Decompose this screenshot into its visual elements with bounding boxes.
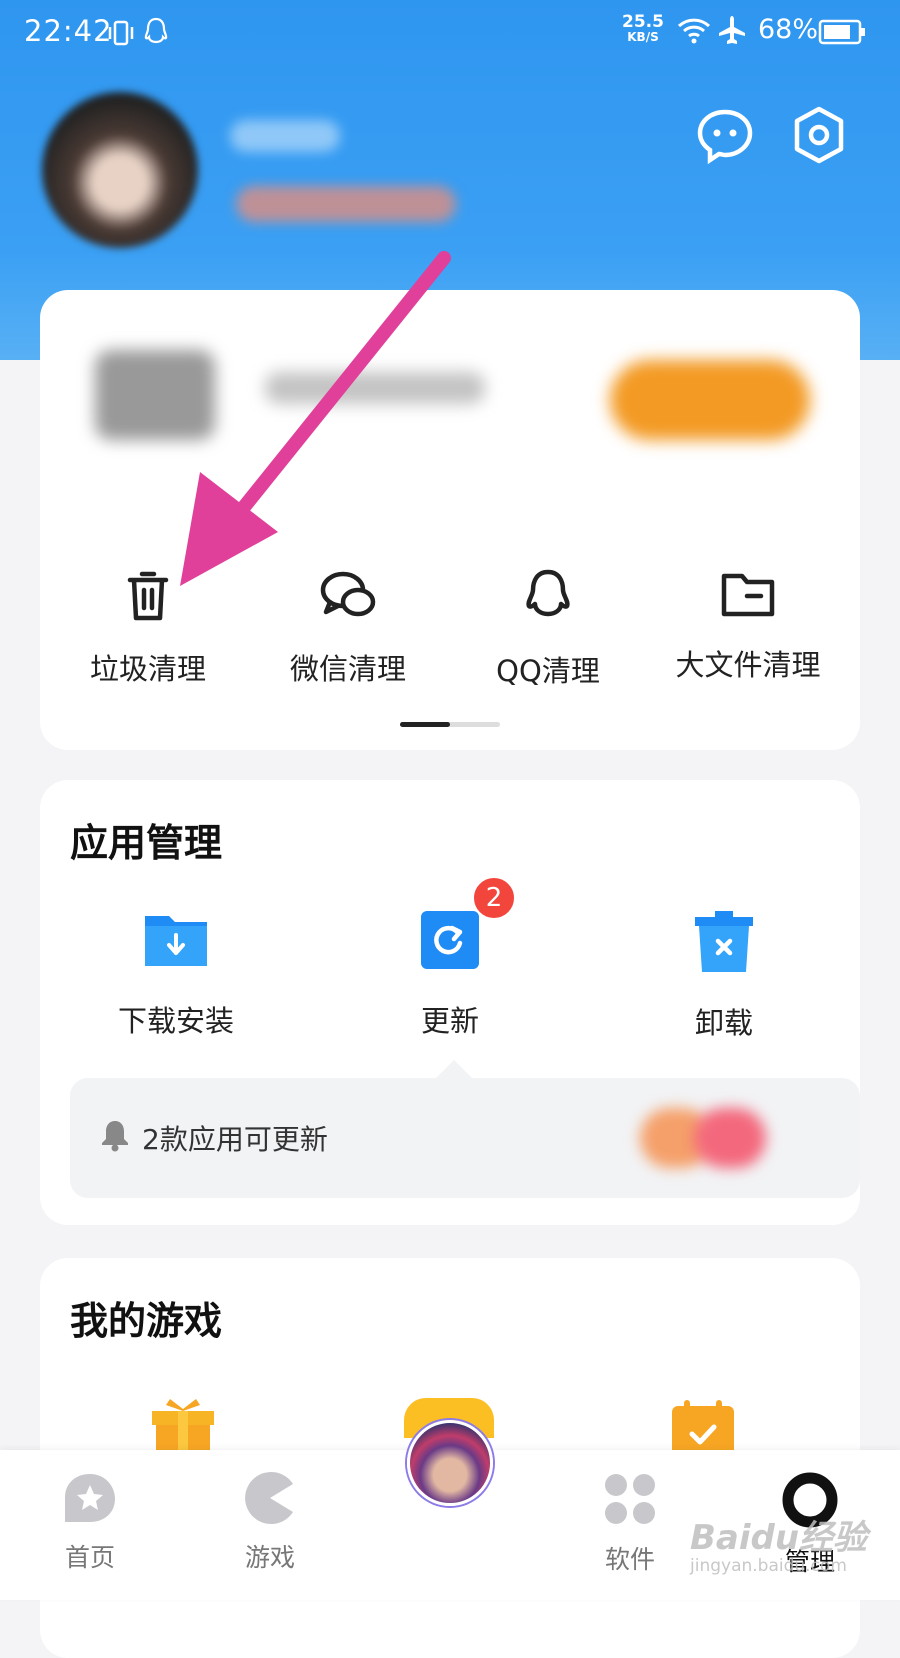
tool-label: 大文件清理: [675, 648, 821, 682]
status-bar: 22:42 25.5 KB/S 68%: [0, 0, 900, 66]
download-folder-icon: [76, 908, 276, 976]
message-icon[interactable]: [696, 108, 754, 168]
wifi-icon: [676, 14, 712, 50]
qq-notification-icon: [142, 16, 170, 52]
nav-home[interactable]: 首页: [30, 1472, 150, 1574]
settings-icon[interactable]: [792, 106, 846, 168]
game-avatar-icon: [407, 1420, 493, 1506]
uninstall-icon: [624, 908, 824, 978]
my-games-title: 我的游戏: [70, 1299, 223, 1343]
tool-label: QQ清理: [496, 654, 600, 688]
update-button[interactable]: 更新 2: [350, 876, 550, 1040]
folder-icon: [648, 568, 848, 624]
username-blurred: [230, 120, 340, 152]
tool-label: 垃圾清理: [89, 652, 206, 686]
nav-label: 首页: [64, 1543, 115, 1572]
avatar[interactable]: [42, 92, 198, 248]
pacman-icon: [210, 1472, 330, 1528]
vibrate-icon: [106, 18, 136, 52]
nav-label: 游戏: [244, 1543, 295, 1572]
update-notice[interactable]: 2款应用可更新: [70, 1078, 860, 1198]
app-item-label: 卸载: [694, 1006, 753, 1040]
update-count-badge: 2: [472, 876, 516, 920]
update-notice-text: 2款应用可更新: [142, 1123, 328, 1156]
battery-icon: [818, 18, 866, 50]
battery-percent: 68%: [758, 14, 819, 45]
qq-icon: [448, 568, 648, 630]
annotation-arrow: [170, 250, 460, 604]
airplane-mode-icon: [716, 14, 748, 50]
network-speed: 25.5 KB/S: [622, 12, 664, 44]
update-icon: [350, 908, 550, 976]
status-time: 22:42: [24, 14, 113, 48]
notice-pointer: [436, 1060, 472, 1078]
nav-software[interactable]: 软件: [570, 1472, 690, 1576]
page-indicator-active: [400, 722, 450, 727]
app-item-label: 下载安装: [117, 1004, 234, 1038]
tool-label: 微信清理: [289, 652, 406, 686]
app-item-label: 更新: [420, 1004, 479, 1038]
bell-icon: [100, 1118, 130, 1156]
nav-featured-game[interactable]: [390, 1420, 510, 1516]
uninstall-button[interactable]: 卸载: [624, 908, 824, 1042]
update-app-icon-blurred: [694, 1108, 766, 1168]
watermark-url: jingyan.baidu.com: [690, 1556, 847, 1576]
apps-grid-icon: [570, 1472, 690, 1530]
watermark-brand: Baidu经验: [690, 1518, 868, 1558]
app-management-title: 应用管理: [70, 821, 223, 865]
qq-clean-button[interactable]: QQ清理: [448, 568, 648, 690]
nav-games[interactable]: 游戏: [210, 1472, 330, 1574]
home-star-icon: [30, 1472, 150, 1528]
large-file-clean-button[interactable]: 大文件清理: [648, 568, 848, 684]
page-indicator: [400, 722, 500, 727]
download-install-button[interactable]: 下载安装: [76, 908, 276, 1040]
nav-label: 软件: [604, 1545, 655, 1574]
level-badge-blurred: [236, 186, 456, 222]
